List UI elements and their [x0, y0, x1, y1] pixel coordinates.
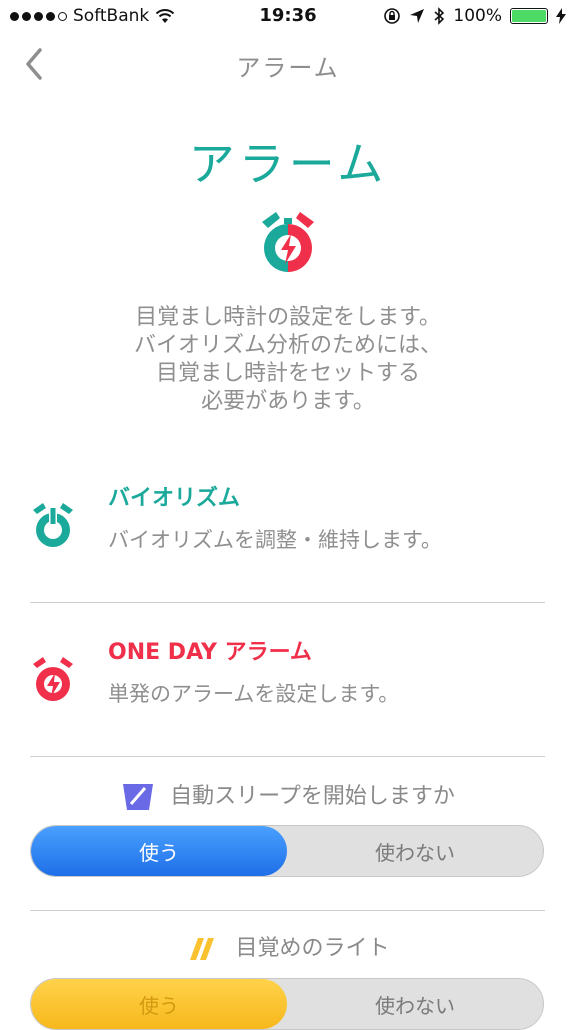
battery-icon	[510, 8, 548, 24]
divider	[30, 602, 545, 603]
status-right: 100%	[383, 6, 566, 26]
page-title: アラーム	[188, 137, 388, 191]
description-text: 目覚まし時計の設定をします。 バイオリズム分析のためには、 目覚まし時計をセット…	[0, 304, 576, 416]
wake-light-label: 目覚めのライト	[235, 936, 390, 961]
auto-sleep-label: 自動スリープを開始しますか	[170, 784, 455, 809]
biorhythm-title: バイオリズム	[108, 486, 241, 511]
location-icon	[410, 9, 425, 23]
one-day-alarm-icon	[33, 657, 73, 701]
bluetooth-icon	[434, 7, 445, 25]
wake-light-use-option[interactable]: 使う	[31, 979, 287, 1029]
battery-percentage: 100%	[453, 6, 502, 26]
auto-sleep-use-option[interactable]: 使う	[31, 826, 287, 876]
one-day-alarm-option[interactable]: ONE DAY アラーム 単発のアラームを設定します。	[0, 624, 576, 744]
status-bar: SoftBank 19:36 100%	[0, 0, 576, 34]
wake-light-not-use-option[interactable]: 使わない	[287, 979, 543, 1029]
divider	[30, 910, 545, 911]
wake-light-question: 目覚めのライト	[0, 930, 576, 964]
description-line: 目覚まし時計の設定をします。	[135, 305, 441, 330]
sleep-icon	[123, 784, 154, 810]
auto-sleep-not-use-option[interactable]: 使わない	[287, 826, 543, 876]
biorhythm-option[interactable]: バイオリズム バイオリズムを調整・維持します。	[0, 470, 576, 590]
one-day-alarm-subtitle: 単発のアラームを設定します。	[108, 682, 400, 706]
biorhythm-clock-icon	[33, 503, 73, 547]
light-icon	[190, 938, 215, 960]
nav-title: アラーム	[236, 54, 340, 82]
divider	[30, 756, 545, 757]
orientation-lock-icon	[384, 8, 401, 24]
alarm-clock-icon	[262, 212, 314, 272]
auto-sleep-question: 自動スリープを開始しますか	[0, 778, 576, 812]
description-line: 目覚まし時計をセットする	[155, 361, 420, 386]
biorhythm-subtitle: バイオリズムを調整・維持します。	[108, 528, 442, 552]
navigation-bar: アラーム	[0, 34, 576, 94]
description-line: バイオリズム分析のためには、	[133, 333, 442, 358]
description-line: 必要があります。	[201, 389, 375, 414]
one-day-alarm-title: ONE DAY アラーム	[108, 640, 312, 665]
charging-icon	[556, 8, 566, 24]
auto-sleep-toggle[interactable]: 使う 使わない	[30, 825, 544, 877]
wake-light-toggle[interactable]: 使う 使わない	[30, 978, 544, 1030]
